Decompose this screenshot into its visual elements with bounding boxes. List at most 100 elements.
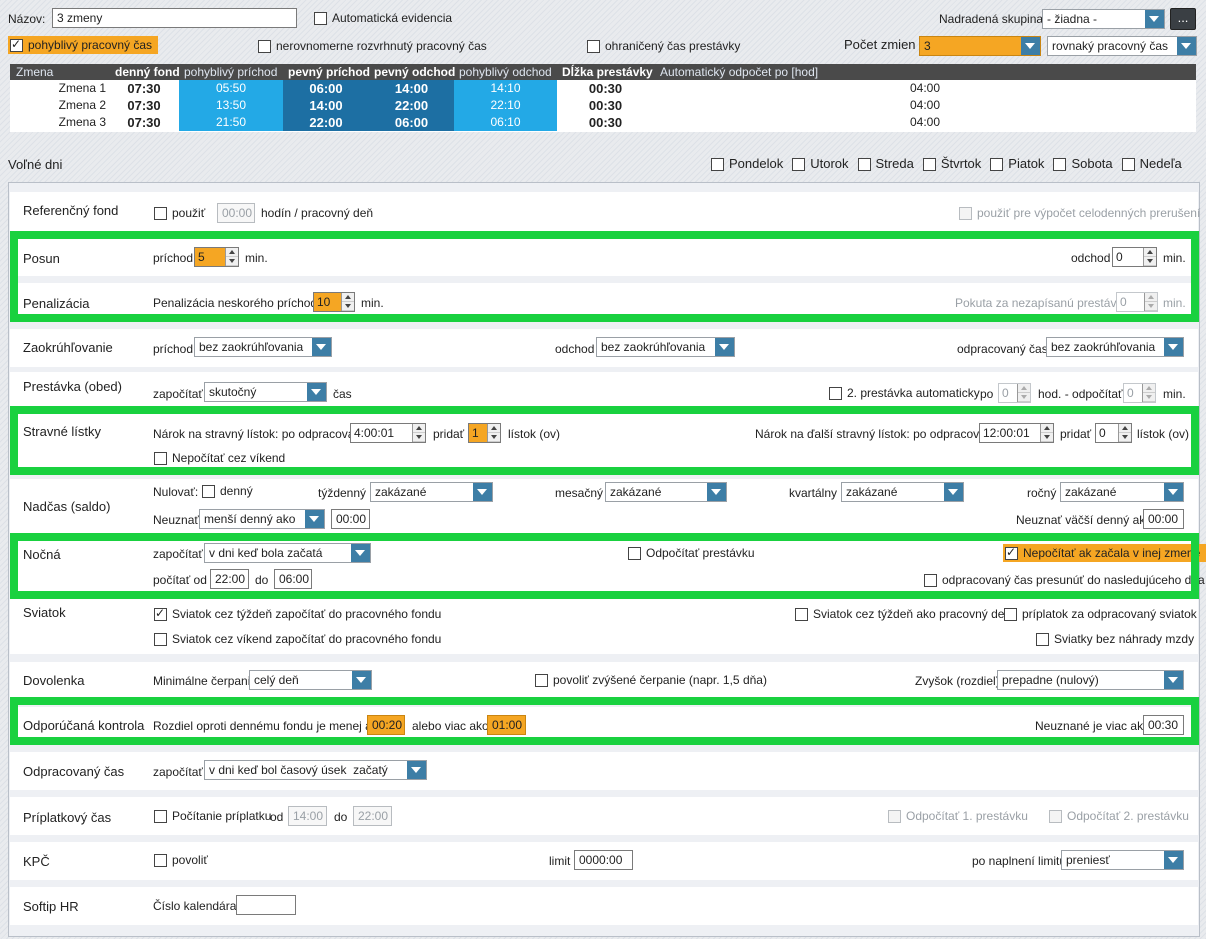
night-to-input[interactable]: 06:00 [274, 569, 312, 589]
chevron-down-icon[interactable] [1164, 671, 1183, 689]
chevron-down-icon[interactable] [707, 483, 726, 501]
day-stvrtok-checkbox[interactable]: Štvrtok [922, 157, 981, 171]
checkbox-icon[interactable] [258, 39, 271, 53]
holiday-no-comp-checkbox[interactable]: Sviatky bez náhrady mzdy [1036, 632, 1194, 646]
checkbox-icon[interactable] [314, 11, 327, 25]
checkbox-checked-icon[interactable] [10, 37, 23, 52]
chevron-down-icon[interactable] [307, 383, 326, 401]
overtime-unrecognized-more-time[interactable]: 00:00 [1143, 509, 1184, 529]
day-utorok-checkbox[interactable]: Utorok [792, 157, 849, 171]
holiday-week-fund-checkbox[interactable]: Sviatok cez týždeň započítať do pracovné… [154, 606, 441, 621]
day-sobota-checkbox[interactable]: Sobota [1053, 157, 1113, 171]
bonus-deduct2-checkbox[interactable]: Odpočítať 2. prestávku [1049, 809, 1189, 823]
meal-weekend-checkbox[interactable]: Nepočítať cez víkend [154, 451, 285, 465]
table-row[interactable]: Zmena 2 [10, 97, 106, 114]
shift-count-select[interactable]: 3 [919, 36, 1041, 56]
second-break-after-stepper[interactable]: 0 [998, 383, 1031, 403]
spinner-arrows-icon[interactable] [1143, 248, 1156, 266]
overtime-daily-checkbox[interactable]: denný [202, 484, 253, 498]
bonus-to-input[interactable]: 22:00 [353, 806, 392, 826]
chevron-down-icon[interactable] [352, 671, 371, 689]
overtime-monthly-select[interactable]: zakázané [605, 482, 727, 502]
spinner-arrows-icon[interactable] [412, 424, 425, 442]
control-more-input[interactable]: 01:00 [487, 715, 526, 735]
spinner-arrows-icon[interactable] [1040, 424, 1053, 442]
flexible-time-checkbox[interactable]: pohyblivý pracovný čas [8, 36, 159, 54]
second-break-checkbox[interactable]: 2. prestávka automaticky [829, 386, 980, 400]
penalty-late-stepper[interactable]: 10 [313, 292, 355, 312]
vacation-rest-select[interactable]: prepadne (nulový) [997, 670, 1184, 690]
spinner-arrows-icon[interactable] [1142, 384, 1155, 402]
day-piatok-checkbox[interactable]: Piatok [990, 157, 1044, 171]
ref-fund-use-checkbox[interactable]: použiť [154, 206, 205, 220]
bonus-from-input[interactable]: 14:00 [288, 806, 327, 826]
day-pondelok-checkbox[interactable]: Pondelok [711, 157, 783, 171]
meal-next-stepper[interactable]: 12:00:01 [979, 423, 1054, 443]
chevron-down-icon[interactable] [1164, 483, 1183, 501]
chevron-down-icon[interactable] [351, 544, 370, 562]
spinner-arrows-icon[interactable] [1017, 384, 1030, 402]
lunch-count-select[interactable]: skutočný [204, 382, 327, 402]
chevron-down-icon[interactable] [1164, 851, 1183, 869]
chevron-down-icon[interactable] [1145, 10, 1164, 28]
posun-departure-stepper[interactable]: 0 [1112, 247, 1157, 267]
meal-claim-stepper[interactable]: 4:00:01 [350, 423, 426, 443]
checkbox-icon[interactable] [587, 39, 600, 53]
spinner-arrows-icon[interactable] [487, 424, 500, 442]
name-input[interactable]: 3 zmeny [52, 8, 297, 28]
bonus-counting-checkbox[interactable]: Počítanie príplatku [154, 809, 271, 823]
night-move-next-checkbox[interactable]: odpracovaný čas presunúť do nasledujúceh… [924, 573, 1205, 587]
spinner-arrows-icon[interactable] [341, 293, 354, 311]
chevron-down-icon[interactable] [944, 483, 963, 501]
uneven-time-checkbox[interactable]: nerovnomerne rozvrhnutý pracovný čas [258, 39, 487, 53]
meal-add-stepper[interactable]: 1 [468, 423, 501, 443]
holiday-bonus-checkbox[interactable]: príplatok za odpracovaný sviatok [1004, 607, 1197, 621]
ref-fund-input[interactable]: 00:00 [217, 203, 255, 223]
auto-evidence-checkbox[interactable]: Automatická evidencia [314, 11, 452, 25]
checkbox-checked-icon[interactable] [154, 606, 167, 621]
chevron-down-icon[interactable] [1164, 338, 1183, 356]
spinner-arrows-icon[interactable] [1118, 424, 1131, 442]
spinner-arrows-icon[interactable] [225, 248, 238, 266]
rounding-departure-select[interactable]: bez zaokrúhľovania [596, 337, 735, 357]
chevron-down-icon[interactable] [407, 761, 426, 779]
checkbox-checked-icon[interactable] [1005, 545, 1018, 560]
bonus-deduct1-checkbox[interactable]: Odpočítať 1. prestávku [888, 809, 1028, 823]
rounding-arrival-select[interactable]: bez zaokrúhľovania [194, 337, 332, 357]
table-row[interactable]: Zmena 3 [10, 114, 106, 131]
ellipsis-button[interactable]: ... [1170, 8, 1196, 30]
softip-calendar-input[interactable] [236, 895, 296, 915]
kpc-allow-checkbox[interactable]: povoliť [154, 853, 208, 867]
work-time-type-select[interactable]: rovnaký pracovný čas [1047, 36, 1197, 56]
worked-count-select[interactable]: v dni keď bol časový úsek začatý [204, 760, 427, 780]
chevron-down-icon[interactable] [1177, 37, 1196, 55]
parent-group-select[interactable]: - žiadna - [1042, 9, 1165, 29]
overtime-quarterly-select[interactable]: zakázané [841, 482, 964, 502]
chevron-down-icon[interactable] [305, 510, 324, 528]
night-from-input[interactable]: 22:00 [210, 569, 249, 589]
chevron-down-icon[interactable] [473, 483, 492, 501]
spinner-arrows-icon[interactable] [1144, 293, 1157, 311]
rounding-worked-select[interactable]: bez zaokrúhľovania [1046, 337, 1184, 357]
day-nedela-checkbox[interactable]: Nedeľa [1121, 157, 1182, 171]
night-deduct-break-checkbox[interactable]: Odpočítať prestávku [628, 546, 755, 560]
chevron-down-icon[interactable] [715, 338, 734, 356]
night-not-count-other-checkbox[interactable]: Nepočítať ak začala v inej zmene [1003, 544, 1206, 562]
overtime-yearly-select[interactable]: zakázané [1060, 482, 1184, 502]
penalty-fine-stepper[interactable]: 0 [1116, 292, 1158, 312]
control-unrec-input[interactable]: 00:30 [1143, 715, 1184, 735]
second-break-deduct-stepper[interactable]: 0 [1123, 383, 1156, 403]
chevron-down-icon[interactable] [312, 338, 331, 356]
overtime-unrecognized-time[interactable]: 00:00 [331, 509, 370, 529]
ref-fund-full-checkbox[interactable]: použiť pre výpočet celodenných prerušení [959, 206, 1200, 220]
kpc-limit-input[interactable]: 0000:00 [574, 850, 633, 870]
vacation-increased-checkbox[interactable]: povoliť zvýšené čerpanie (napr. 1,5 dňa) [535, 673, 767, 687]
limited-break-checkbox[interactable]: ohraničený čas prestávky [587, 39, 740, 53]
kpc-after-select[interactable]: preniesť [1061, 850, 1184, 870]
overtime-unrecognized-select[interactable]: menší denný ako [199, 509, 325, 529]
chevron-down-icon[interactable] [1021, 37, 1040, 55]
holiday-weekend-fund-checkbox[interactable]: Sviatok cez víkend započítať do pracovné… [154, 632, 441, 646]
meal-next-add-stepper[interactable]: 0 [1095, 423, 1132, 443]
posun-arrival-stepper[interactable]: 5 [194, 247, 239, 267]
day-streda-checkbox[interactable]: Streda [857, 157, 914, 171]
